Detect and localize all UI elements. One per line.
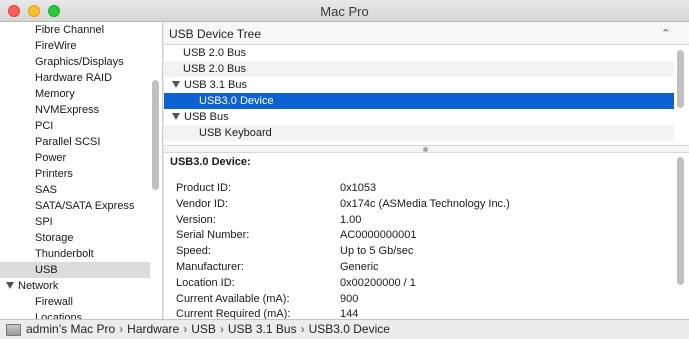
breadcrumb-item-hardware[interactable]: Hardware (127, 322, 179, 336)
sidebar-item-sata-sata-express[interactable]: SATA/SATA Express (0, 198, 150, 214)
sidebar-item-firewall[interactable]: Firewall (0, 294, 150, 310)
sidebar-item-label: PCI (35, 120, 54, 132)
tree-row-usb-2-0-bus[interactable]: USB 2.0 Bus (164, 61, 674, 77)
property-name: Speed: (176, 245, 211, 258)
sidebar-item-label: Storage (35, 232, 74, 244)
sidebar-item-label: Firewall (35, 296, 73, 308)
sidebar-item-fibre-channel[interactable]: Fibre Channel (0, 22, 150, 38)
property-name: Serial Number: (176, 229, 250, 242)
disclosure-triangle-icon[interactable] (6, 282, 14, 289)
sidebar-scrollbar[interactable] (152, 80, 159, 190)
property-value: 0x00200000 / 1 (340, 276, 416, 289)
breadcrumb: admin’s Mac Pro › Hardware › USB › USB 3.1 Bus… (26, 320, 390, 339)
sidebar-item-network[interactable]: Network (0, 278, 150, 294)
tree-scrollbar[interactable] (677, 50, 684, 108)
path-bar: admin’s Mac Pro › Hardware › USB › USB 3.1 Bus… (0, 319, 689, 339)
sidebar-item-parallel-scsi[interactable]: Parallel SCSI (0, 134, 150, 150)
breadcrumb-item-usb[interactable]: USB (191, 322, 216, 336)
property-value: Up to 5 Gb/sec (340, 245, 414, 258)
sidebar-item-label: USB (35, 264, 58, 276)
tree-row-usb-bus[interactable]: USB Bus (164, 109, 674, 125)
tree-row-usb-keyboard[interactable]: USB Keyboard (164, 125, 674, 141)
tree-row-usb3-0-device[interactable]: USB3.0 Device (164, 93, 674, 109)
computer-icon (6, 324, 21, 336)
tree-header-label: USB Device Tree (169, 27, 262, 41)
sidebar-item-power[interactable]: Power (0, 150, 150, 166)
sidebar-item-memory[interactable]: Memory (0, 86, 150, 102)
tree-row-label: USB3.0 Device (199, 95, 274, 107)
splitter-handle[interactable] (423, 147, 428, 152)
tree-header[interactable]: USB Device Tree ⌃ (164, 22, 689, 45)
sidebar-item-label: Memory (35, 88, 75, 100)
sidebar-item-label: Locations (35, 312, 83, 319)
disclosure-triangle-icon[interactable] (172, 81, 180, 88)
property-value: 900 (340, 292, 359, 305)
sidebar-item-label: Graphics/Displays (35, 56, 124, 68)
sidebar-item-pci[interactable]: PCI (0, 118, 150, 134)
sidebar-item-label: Fibre Channel (35, 24, 105, 36)
usb-device-tree: USB 2.0 Bus USB 2.0 Bus USB 3.1 Bus USB3.0 … (164, 45, 674, 145)
tree-row-label: USB Keyboard (199, 127, 272, 139)
breadcrumb-separator: › (300, 322, 305, 336)
sidebar-item-label: Thunderbolt (35, 248, 94, 260)
property-name: Current Required (mA): (176, 308, 291, 319)
window-title: Mac Pro (320, 4, 369, 19)
disclosure-triangle-icon[interactable] (172, 113, 180, 120)
tree-row-label: USB 2.0 Bus (183, 47, 246, 59)
property-name: Manufacturer: (176, 261, 244, 273)
sidebar-item-storage[interactable]: Storage (0, 230, 150, 246)
property-value: 0x174c (ASMedia Technology Inc.) (340, 197, 510, 210)
sidebar-item-label: Network (18, 280, 59, 292)
sidebar-item-firewire[interactable]: FireWire (0, 38, 150, 54)
property-name: Location ID: (176, 276, 235, 289)
breadcrumb-separator: › (183, 322, 188, 336)
tree-row-label: USB 2.0 Bus (183, 63, 246, 75)
sidebar-item-printers[interactable]: Printers (0, 166, 150, 182)
sidebar-item-label: NVMExpress (35, 104, 100, 116)
breadcrumb-separator: › (219, 322, 224, 336)
content-pane: USB Device Tree ⌃ USB 2.0 Bus USB 2.0 Bus… (164, 22, 689, 319)
sidebar-item-nvmexpress[interactable]: NVMExpress (0, 102, 150, 118)
sidebar-item-label: Power (35, 152, 67, 164)
sidebar-item-label: Parallel SCSI (35, 136, 101, 148)
sidebar-item-label: Printers (35, 168, 73, 180)
sidebar-item-label: SATA/SATA Express (35, 200, 135, 212)
pane-splitter[interactable] (164, 145, 689, 153)
property-name: Version: (176, 213, 216, 226)
detail-title: USB3.0 Device: (170, 156, 251, 168)
breadcrumb-item-admin-s-mac-pro[interactable]: admin’s Mac Pro (26, 322, 115, 336)
sidebar-item-label: SPI (35, 216, 53, 228)
property-value: Generic (340, 261, 379, 273)
sidebar-item-graphics-displays[interactable]: Graphics/Displays (0, 54, 150, 70)
tree-row-label: USB 3.1 Bus (184, 79, 247, 91)
sidebar-item-label: Hardware RAID (35, 72, 113, 84)
tree-row-label: USB Bus (184, 111, 229, 123)
property-value: AC0000000001 (340, 229, 417, 242)
property-name: Product ID: (176, 182, 232, 194)
property-name: Vendor ID: (176, 197, 228, 210)
property-name: Current Available (mA): (176, 292, 290, 305)
property-value: 0x1053 (340, 182, 377, 194)
breadcrumb-separator: › (119, 322, 124, 336)
sidebar-item-label: FireWire (35, 40, 77, 52)
chevron-up-icon[interactable]: ⌃ (661, 27, 670, 40)
sidebar-item-hardware-raid[interactable]: Hardware RAID (0, 70, 150, 86)
breadcrumb-item-usb-3-1-bus[interactable]: USB 3.1 Bus (228, 322, 297, 336)
tree-row-usb-2-0-bus[interactable]: USB 2.0 Bus (164, 45, 674, 61)
sidebar-item-usb[interactable]: USB (0, 262, 150, 278)
breadcrumb-item-usb3-0-device[interactable]: USB3.0 Device (309, 322, 390, 336)
sidebar-item-label: SAS (35, 184, 58, 196)
tree-row-usb-3-1-bus[interactable]: USB 3.1 Bus (164, 77, 674, 93)
sidebar-item-thunderbolt[interactable]: Thunderbolt (0, 246, 150, 262)
detail-pane: USB3.0 Device: Product ID: 0x1053 Vendor I… (164, 153, 689, 319)
property-value: 144 (340, 308, 359, 319)
sidebar-item-locations[interactable]: Locations (0, 310, 150, 319)
property-value: 1.00 (340, 213, 362, 226)
detail-scrollbar[interactable] (677, 157, 684, 285)
sidebar: Fibre Channel FireWire Graphics/Displays Ha… (0, 22, 163, 319)
sidebar-item-spi[interactable]: SPI (0, 214, 150, 230)
sidebar-item-sas[interactable]: SAS (0, 182, 150, 198)
title-bar: Mac Pro (0, 0, 689, 22)
